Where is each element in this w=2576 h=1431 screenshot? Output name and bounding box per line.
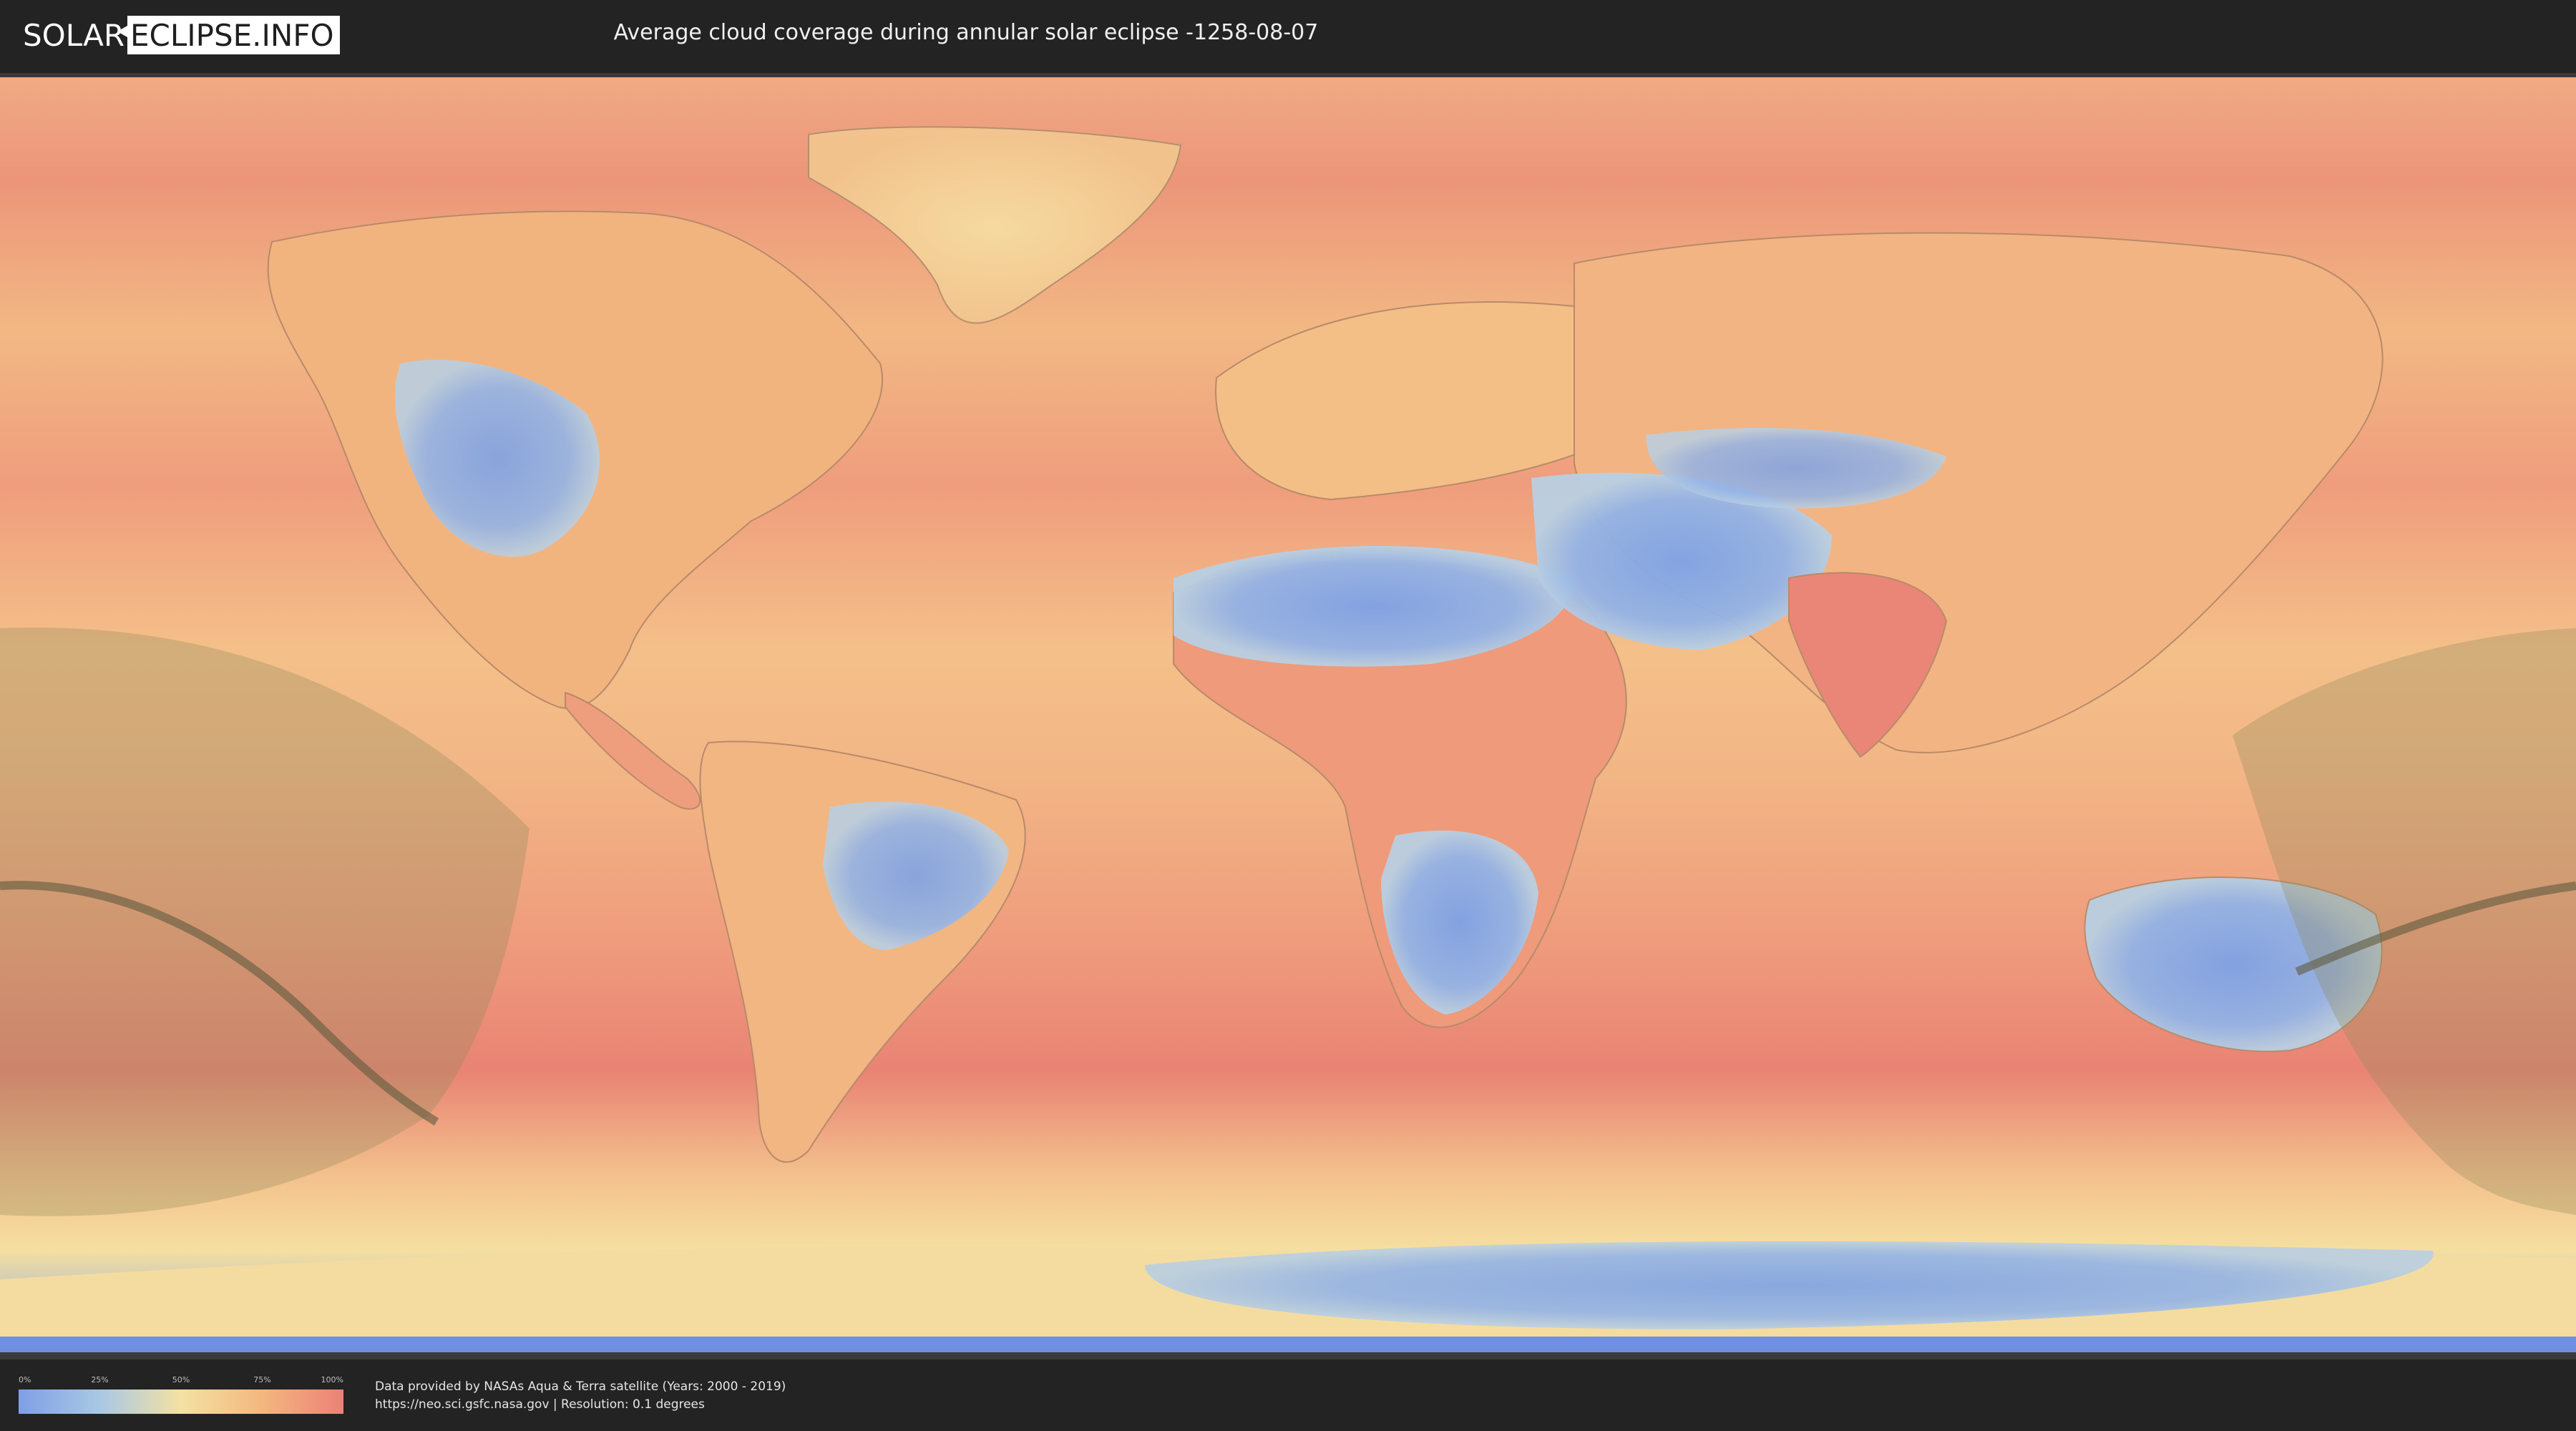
data-credits: Data provided by NASAs Aqua & Terra sate…	[375, 1378, 786, 1414]
header-bar: SOLAR ECLIPSE.INFO Average cloud coverag…	[0, 0, 2576, 72]
legend-tick-75: 75%	[253, 1375, 271, 1384]
legend-tick-50: 50%	[172, 1375, 190, 1384]
legend-tick-25: 25%	[91, 1375, 109, 1384]
cloud-coverage-legend: 0% 25% 50% 75% 100%	[19, 1375, 343, 1385]
page-title: Average cloud coverage during annular so…	[613, 20, 1319, 45]
legend-tick-0: 0%	[19, 1375, 31, 1384]
cloud-coverage-map	[0, 77, 2576, 1352]
antarctic-edge	[0, 1337, 2576, 1352]
credits-line-1: Data provided by NASAs Aqua & Terra sate…	[375, 1379, 786, 1394]
legend-tick-100: 100%	[321, 1375, 343, 1384]
legend-ticks: 0% 25% 50% 75% 100%	[19, 1375, 343, 1385]
legend-color-bar	[19, 1390, 343, 1414]
credits-line-2: https://neo.sci.gsfc.nasa.gov | Resoluti…	[375, 1397, 705, 1412]
